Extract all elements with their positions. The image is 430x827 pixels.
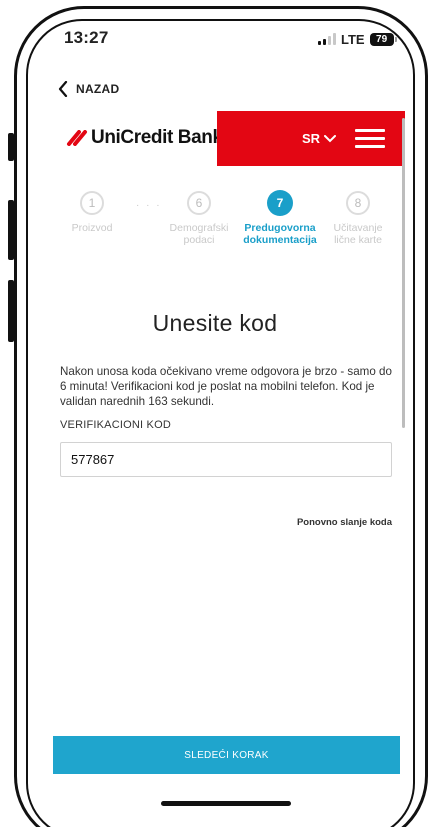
step-label: Proizvod: [71, 222, 113, 234]
info-text: Nakon unosa koda očekivano vreme odgovor…: [60, 365, 392, 408]
step-6: 6 Demografski podaci: [153, 191, 245, 246]
step-number: 7: [267, 190, 293, 216]
home-indicator[interactable]: [161, 801, 291, 806]
step-1: 1 Proizvod: [47, 191, 137, 234]
resend-code-link[interactable]: Ponovno slanje koda: [260, 517, 392, 528]
next-step-button[interactable]: SLEDEĆI KORAK: [53, 736, 400, 774]
step-7: 7 Predugovorna dokumentacija: [236, 190, 324, 246]
verification-code-input[interactable]: [60, 442, 392, 477]
code-field-label: VERIFIKACIONI KOD: [60, 419, 171, 431]
step-label: Predugovorna dokumentacija: [243, 222, 317, 246]
step-label: Učitavanje lične karte: [333, 222, 383, 246]
battery-icon: 79: [369, 32, 397, 46]
language-label: SR: [302, 131, 321, 146]
step-8: 8 Učitavanje lične karte: [320, 191, 396, 246]
logo-text: UniCredit Bank: [91, 127, 223, 148]
status-indicators: LTE 79: [318, 31, 397, 47]
scrollbar[interactable]: [402, 118, 405, 428]
network-type: LTE: [341, 31, 365, 47]
battery-level: 79: [376, 33, 388, 45]
step-number: 8: [346, 191, 370, 215]
step-label: Demografski podaci: [169, 222, 229, 246]
page-title: Unesite kod: [152, 310, 278, 336]
language-selector[interactable]: SR: [302, 131, 337, 146]
chevron-down-icon: [324, 134, 337, 142]
phone-volume-up: [8, 200, 14, 260]
back-label: NAZAD: [76, 82, 120, 96]
unicredit-logo-icon: [67, 130, 87, 146]
step-number: 1: [80, 191, 104, 215]
step-number: 6: [187, 191, 211, 215]
status-time: 13:27: [64, 28, 109, 47]
signal-icon: [318, 33, 336, 45]
back-button[interactable]: NAZAD: [58, 81, 120, 97]
chevron-left-icon: [58, 81, 68, 97]
unicredit-logo[interactable]: UniCredit Bank: [66, 127, 223, 149]
hamburger-icon[interactable]: [355, 129, 385, 149]
phone-side-button: [8, 133, 14, 161]
